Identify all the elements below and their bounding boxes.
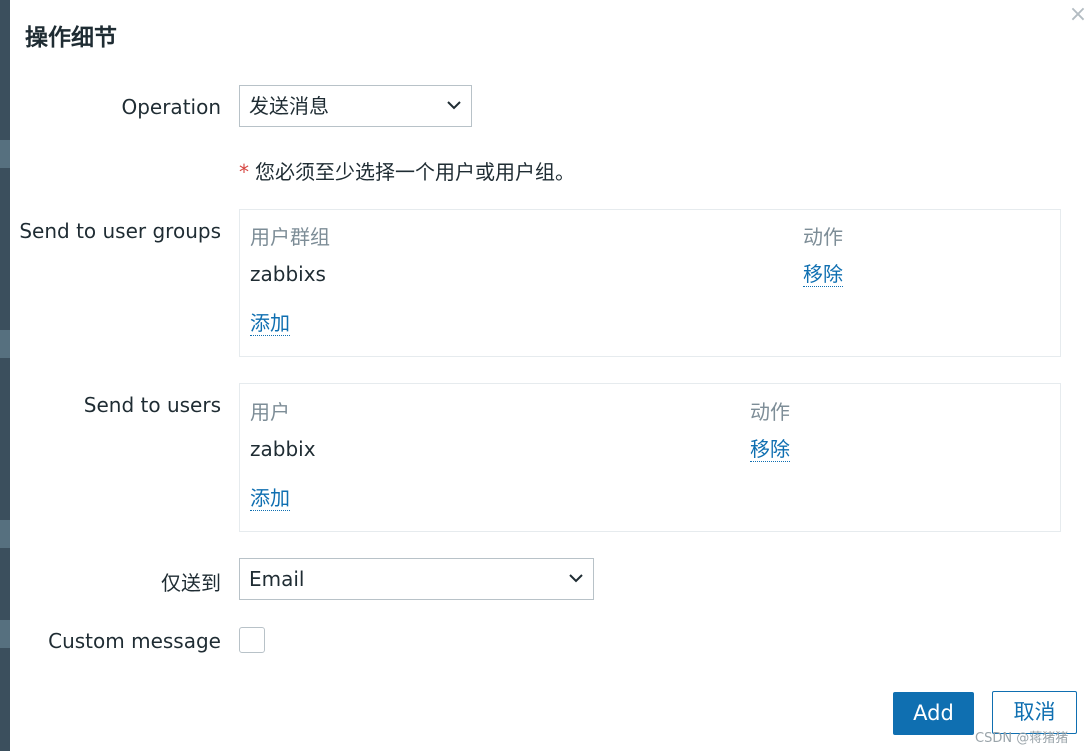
close-icon[interactable]: × — [1067, 4, 1089, 26]
operation-details-dialog: 操作细节 × Operation 发送消息 * 您必须至少选择一个用户或用户组。 … — [10, 0, 1090, 751]
chevron-down-icon — [447, 101, 461, 110]
watermark: CSDN @蒋猪猪 — [975, 731, 1069, 746]
send-only-to-select-value: Email — [249, 567, 305, 591]
user-groups-col-action: 动作 — [803, 225, 843, 249]
send-only-to-select[interactable]: Email — [239, 558, 594, 600]
dialog-title: 操作细节 — [25, 25, 117, 51]
users-label: Send to users — [83, 393, 221, 417]
user-groups-label: Send to user groups — [19, 219, 221, 243]
custom-message-checkbox[interactable] — [239, 627, 265, 653]
users-col-name: 用户 — [250, 400, 290, 424]
users-add-link[interactable]: 添加 — [250, 486, 290, 511]
users-col-action: 动作 — [750, 400, 790, 424]
send-only-to-label: 仅送到 — [161, 571, 221, 595]
user-group-row-name: zabbixs — [250, 262, 326, 286]
custom-message-label: Custom message — [48, 629, 221, 653]
user-row-name: zabbix — [250, 437, 316, 461]
users-table: 用户 动作 zabbix 移除 添加 — [239, 383, 1061, 532]
user-group-remove-link[interactable]: 移除 — [803, 262, 843, 287]
required-note-text: 您必须至少选择一个用户或用户组。 — [255, 160, 575, 184]
user-remove-link[interactable]: 移除 — [750, 437, 790, 462]
required-note: * 您必须至少选择一个用户或用户组。 — [239, 156, 575, 185]
operation-select-value: 发送消息 — [249, 94, 329, 118]
user-groups-add-link[interactable]: 添加 — [250, 311, 290, 336]
add-button[interactable]: Add — [893, 692, 974, 735]
chevron-down-icon — [569, 574, 583, 583]
required-star: * — [239, 160, 249, 184]
user-groups-col-name: 用户群组 — [250, 225, 330, 249]
operation-select[interactable]: 发送消息 — [239, 85, 472, 127]
user-groups-table: 用户群组 动作 zabbixs 移除 添加 — [239, 209, 1061, 357]
background-page-strip — [0, 0, 10, 751]
operation-label: Operation — [121, 95, 221, 119]
